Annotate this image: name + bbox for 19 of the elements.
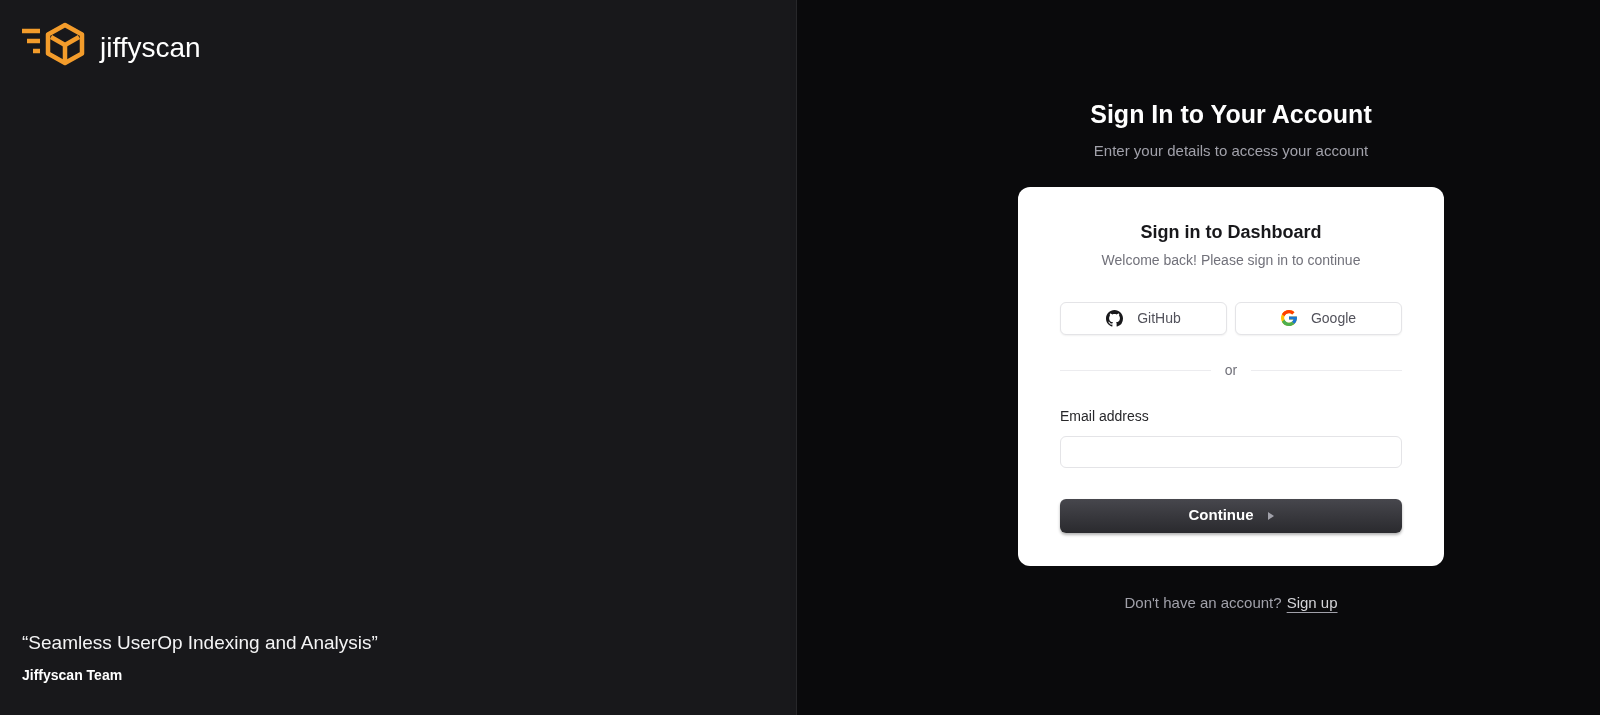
page-subtitle: Enter your details to access your account [1093,141,1369,161]
brand-name: jiffyscan [100,34,201,62]
signup-prompt: Don't have an account? [1124,592,1282,613]
cube-logo-icon [22,22,86,66]
caret-icon [1267,511,1274,520]
quote-text: “Seamless UserOp Indexing and Analysis” [22,631,379,655]
card-title: Sign in to Dashboard [1139,220,1323,244]
email-label: Email address [1060,406,1150,426]
continue-button[interactable]: Continue [1060,498,1402,533]
github-icon [1106,309,1124,327]
signup-link[interactable]: Sign up [1286,591,1338,614]
page-title: Sign In to Your Account [1090,99,1372,130]
email-input[interactable] [1060,435,1402,468]
social-login-button[interactable]: GitHub [1060,301,1227,335]
social-login-button[interactable]: Google [1235,301,1402,335]
divider-label: or [1224,360,1238,380]
card-subtitle: Welcome back! Please sign in to continue [1100,250,1362,270]
quote-author: Jiffyscan Team [22,666,124,685]
google-icon [1280,310,1297,326]
